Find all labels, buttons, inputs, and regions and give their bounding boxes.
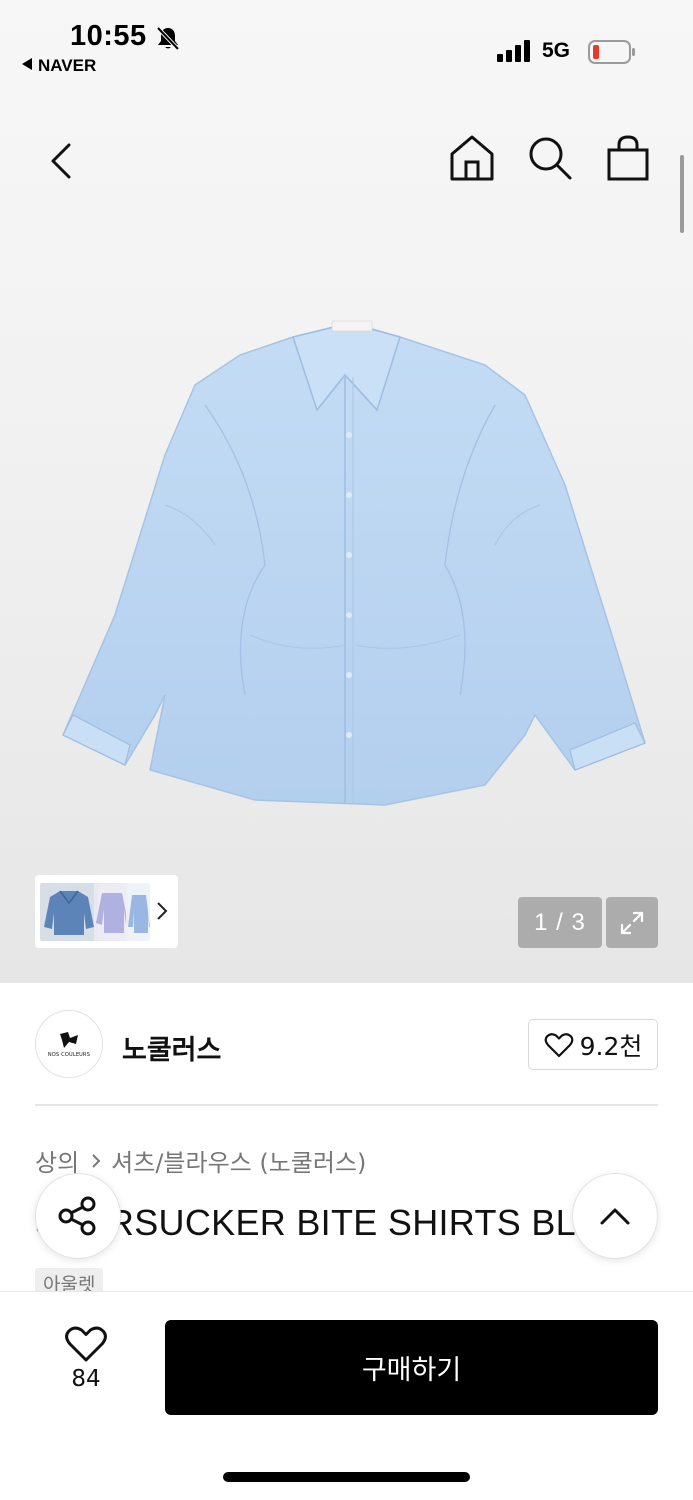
brand-row: NOS COULEURS 노쿨러스 9.2천 bbox=[0, 1005, 693, 1085]
chevron-right-icon bbox=[157, 902, 168, 920]
gallery-page-counter: 1 / 3 bbox=[518, 897, 602, 948]
shopping-bag-icon bbox=[607, 135, 649, 181]
back-to-app-link[interactable]: NAVER bbox=[22, 56, 96, 76]
chevron-right-icon bbox=[91, 1153, 101, 1169]
back-app-label: NAVER bbox=[38, 56, 97, 75]
bottom-action-bar: 84 구매하기 bbox=[0, 1291, 693, 1500]
share-button[interactable] bbox=[35, 1173, 121, 1259]
thumbnail-2[interactable] bbox=[94, 882, 128, 941]
status-time: 10:55 bbox=[70, 20, 147, 52]
wishlist-count: 84 bbox=[71, 1366, 101, 1392]
expand-icon bbox=[620, 911, 644, 934]
back-chevron-icon bbox=[51, 143, 71, 179]
expand-button[interactable] bbox=[606, 897, 658, 948]
home-button[interactable] bbox=[446, 132, 498, 184]
signal-icon bbox=[497, 40, 530, 62]
brand-like-count: 9.2천 bbox=[579, 1031, 643, 1061]
brand-like-button[interactable]: 9.2천 bbox=[528, 1019, 658, 1070]
thumbnail-strip[interactable] bbox=[35, 875, 178, 948]
brand-name[interactable]: 노쿨러스 bbox=[122, 1028, 221, 1067]
network-type: 5G bbox=[542, 39, 571, 62]
scroll-indicator[interactable] bbox=[680, 155, 684, 233]
heart-outline-icon bbox=[65, 1326, 107, 1362]
brand-logo-text: NOS COULEURS bbox=[47, 1052, 91, 1058]
search-button[interactable] bbox=[524, 132, 576, 184]
heart-outline-icon bbox=[544, 1032, 573, 1057]
cart-button[interactable] bbox=[602, 132, 654, 184]
status-bar: 10:55 NAVER 5G bbox=[0, 0, 693, 90]
home-icon bbox=[450, 135, 494, 181]
thumbnail-1[interactable] bbox=[40, 882, 98, 941]
brand-mark-icon bbox=[60, 1032, 78, 1048]
breadcrumb-subcategory[interactable]: 셔츠/블라우스 (노쿨러스) bbox=[111, 1143, 366, 1178]
thumbnail-3[interactable] bbox=[126, 882, 150, 941]
brand-logo[interactable]: NOS COULEURS bbox=[35, 1010, 103, 1078]
buy-button[interactable]: 구매하기 bbox=[165, 1320, 658, 1415]
back-button[interactable] bbox=[36, 136, 86, 186]
scroll-to-top-button[interactable] bbox=[572, 1173, 658, 1259]
top-nav bbox=[0, 120, 693, 200]
home-indicator bbox=[223, 1472, 470, 1482]
search-icon bbox=[529, 137, 572, 180]
battery-icon bbox=[588, 40, 635, 64]
chevron-up-icon bbox=[600, 1208, 630, 1225]
wishlist-button[interactable]: 84 bbox=[55, 1325, 117, 1400]
share-icon bbox=[58, 1196, 96, 1236]
product-image bbox=[62, 320, 646, 806]
divider bbox=[35, 1104, 658, 1106]
bell-slash-icon bbox=[156, 26, 180, 51]
